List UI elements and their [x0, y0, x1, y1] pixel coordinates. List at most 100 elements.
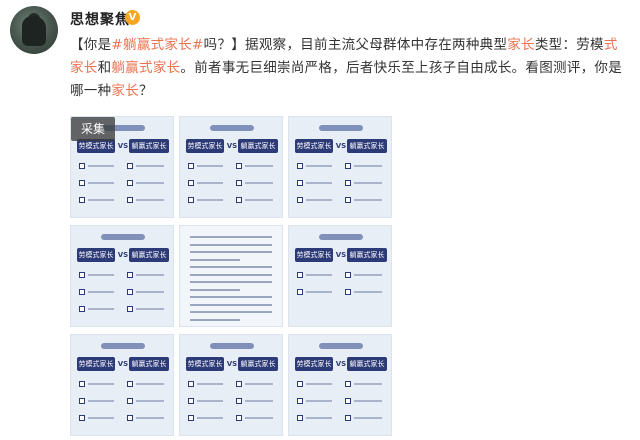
checkbox-icon: [188, 398, 194, 404]
image-text-line: [88, 400, 114, 402]
image-left-label: 劳模式家长: [295, 357, 333, 371]
checkbox-icon: [79, 180, 85, 186]
image-left-label: 劳模式家长: [77, 139, 115, 153]
image-text-line: [245, 400, 273, 402]
checkbox-icon: [79, 197, 85, 203]
image-text-line: [245, 199, 273, 201]
highlight-keyword-link[interactable]: 躺赢式家长: [111, 60, 180, 76]
image-left-label: 劳模式家长: [77, 248, 115, 262]
image-text-line: [190, 296, 272, 298]
image-text-line: [354, 199, 382, 201]
image-text-line: [136, 400, 164, 402]
image-vs-label: VS: [335, 251, 347, 259]
post-image-thumbnail[interactable]: 劳模式家长 VS 躺赢式家长: [288, 225, 392, 327]
checkbox-icon: [79, 415, 85, 421]
checkbox-icon: [127, 415, 133, 421]
image-left-label: 劳模式家长: [77, 357, 115, 371]
checkbox-icon: [345, 415, 351, 421]
image-text-line: [88, 291, 114, 293]
avatar[interactable]: [10, 6, 58, 54]
image-header-band: [319, 234, 363, 240]
checkbox-icon: [345, 163, 351, 169]
image-text-line: [306, 274, 332, 276]
image-text-line: [88, 274, 114, 276]
image-text-line: [306, 417, 332, 419]
image-header-band: [101, 234, 145, 240]
image-header-band: [319, 343, 363, 349]
image-text-line: [190, 258, 240, 261]
image-text-line: [136, 383, 164, 385]
image-text-line: [354, 400, 382, 402]
avatar-statue-shape: [22, 16, 46, 46]
checkbox-icon: [188, 163, 194, 169]
checkbox-icon: [79, 163, 85, 169]
post-image-thumbnail[interactable]: 劳模式家长 VS 躺赢式家长: [70, 225, 174, 327]
checkbox-icon: [188, 197, 194, 203]
checkbox-icon: [297, 197, 303, 203]
checkbox-icon: [79, 398, 85, 404]
post-text-segment: ？: [139, 83, 153, 99]
image-header-band: [101, 343, 145, 349]
image-text-line: [190, 318, 240, 321]
highlight-keyword-link[interactable]: #躺赢式家长#: [111, 37, 203, 53]
checkbox-icon: [188, 180, 194, 186]
image-text-line: [88, 182, 114, 184]
image-right-label: 躺赢式家长: [347, 139, 387, 153]
image-grid: 劳模式家长 VS 躺赢式家长 采集 劳模式家长 VS 躺赢式家长 劳模式家长 VS 躺赢式家长 劳模…: [70, 116, 396, 436]
checkbox-icon: [236, 415, 242, 421]
checkbox-icon: [127, 272, 133, 278]
image-text-line: [197, 417, 223, 419]
image-text-line: [354, 383, 382, 385]
post-image-thumbnail[interactable]: 劳模式家长 VS 躺赢式家长 采集: [70, 116, 174, 218]
checkbox-icon: [297, 398, 303, 404]
post-image-thumbnail[interactable]: 劳模式家长 VS 躺赢式家长: [70, 334, 174, 436]
image-text-line: [306, 199, 332, 201]
image-text-line: [190, 236, 272, 238]
username[interactable]: 思想聚焦: [70, 9, 130, 29]
post-image-thumbnail[interactable]: 劳模式家长 VS 躺赢式家长: [288, 334, 392, 436]
image-text-line: [88, 199, 114, 201]
checkbox-icon: [188, 381, 194, 387]
collect-button[interactable]: 采集: [71, 117, 115, 141]
image-text-line: [190, 273, 272, 276]
image-text-line: [245, 383, 273, 385]
image-text-line: [306, 291, 332, 293]
image-text-line: [88, 417, 114, 419]
checkbox-icon: [127, 381, 133, 387]
post-image-thumbnail[interactable]: 劳模式家长 VS 躺赢式家长: [288, 116, 392, 218]
image-text-line: [197, 400, 223, 402]
image-text-line: [354, 291, 382, 293]
image-text-line: [190, 243, 272, 246]
image-text-line: [190, 266, 272, 268]
image-text-line: [190, 281, 272, 283]
highlight-keyword-link[interactable]: 家长: [111, 83, 139, 99]
checkbox-icon: [345, 272, 351, 278]
checkbox-icon: [345, 381, 351, 387]
image-left-label: 劳模式家长: [295, 248, 333, 262]
post-image-thumbnail[interactable]: [179, 225, 283, 327]
image-text-line: [88, 383, 114, 385]
image-vs-label: VS: [117, 142, 129, 150]
post-text-segment: 【你是: [70, 37, 112, 53]
image-header-band: [210, 125, 254, 131]
highlight-keyword-link[interactable]: 家长: [507, 37, 535, 53]
image-vs-label: VS: [335, 360, 347, 368]
checkbox-icon: [236, 180, 242, 186]
image-text-line: [197, 165, 223, 167]
image-text-line: [190, 251, 272, 253]
checkbox-icon: [297, 381, 303, 387]
checkbox-icon: [127, 398, 133, 404]
image-vs-label: VS: [226, 360, 238, 368]
checkbox-icon: [297, 180, 303, 186]
image-text-line: [136, 165, 164, 167]
post-image-thumbnail[interactable]: 劳模式家长 VS 躺赢式家长: [179, 116, 283, 218]
image-text-line: [245, 182, 273, 184]
post-image-thumbnail[interactable]: 劳模式家长 VS 躺赢式家长: [179, 334, 283, 436]
checkbox-icon: [188, 415, 194, 421]
post-text-segment: 吗？】据观察，目前主流父母群体中存在两种典型: [203, 37, 508, 53]
image-vs-label: VS: [335, 142, 347, 150]
checkbox-icon: [297, 272, 303, 278]
image-left-label: 劳模式家长: [186, 357, 224, 371]
image-text-line: [306, 400, 332, 402]
image-text-line: [197, 182, 223, 184]
